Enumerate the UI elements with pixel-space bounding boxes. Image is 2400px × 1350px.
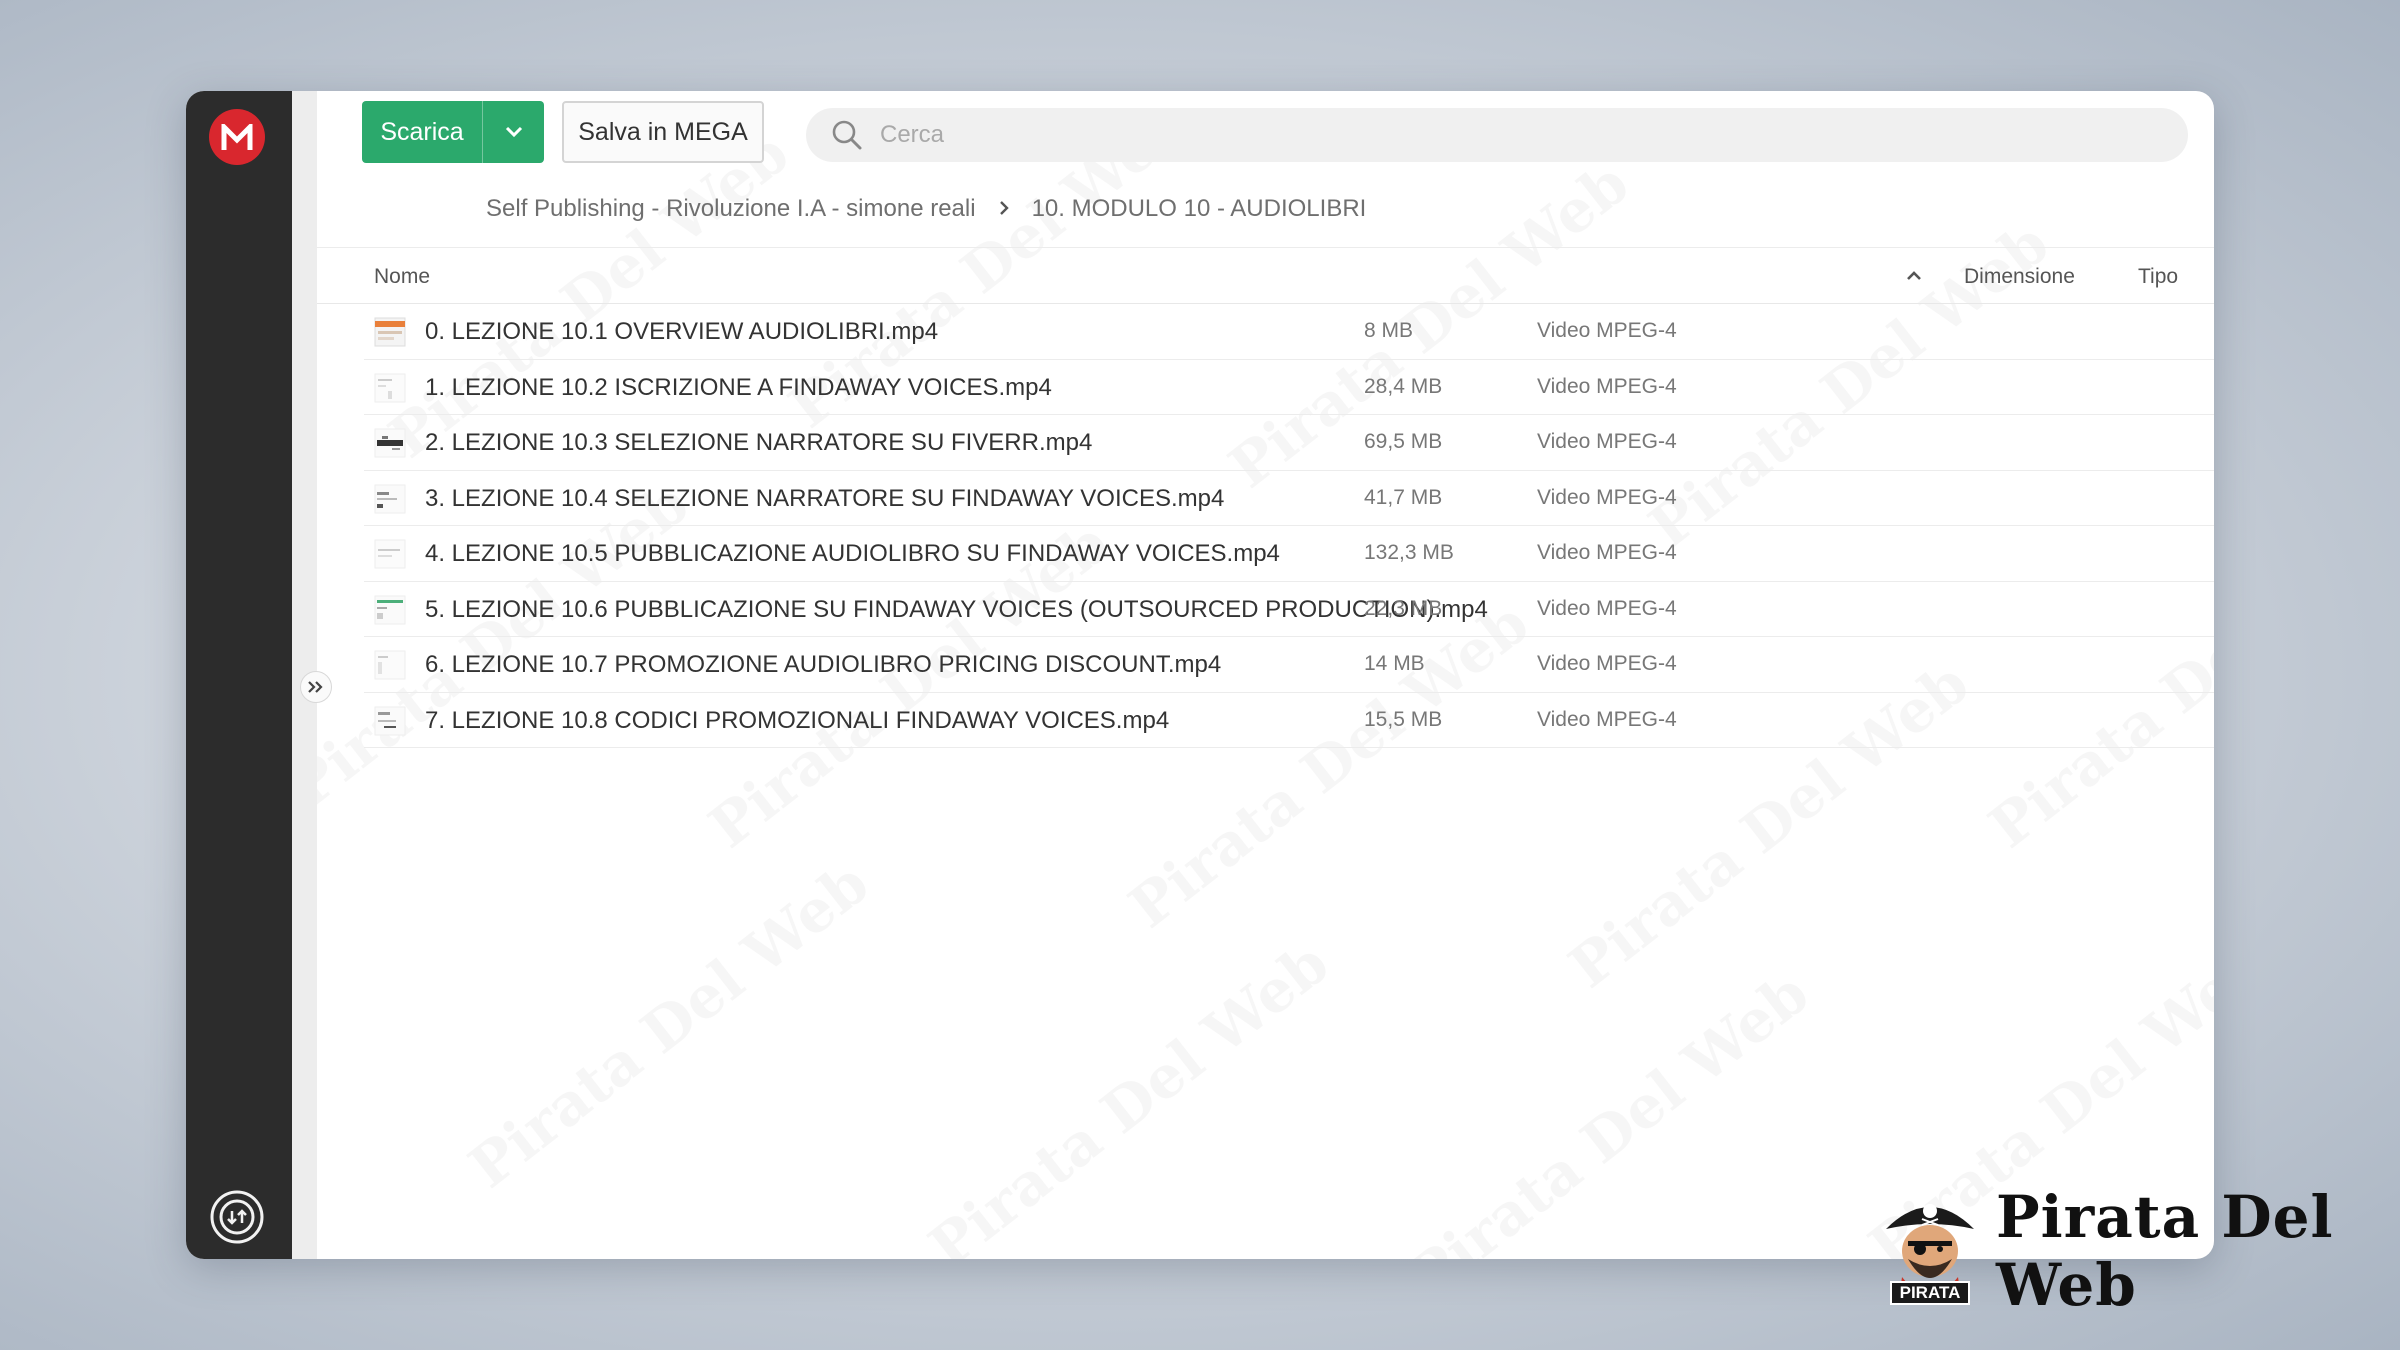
mega-window: Pirata Del WebPirata Del WebPirata Del W… [186,91,2214,1259]
file-name: 0. LEZIONE 10.1 OVERVIEW AUDIOLIBRI.mp4 [425,318,939,345]
file-row[interactable]: 7. LEZIONE 10.8 CODICI PROMOZIONALI FIND… [364,693,2214,748]
file-row[interactable]: 2. LEZIONE 10.3 SELEZIONE NARRATORE SU F… [364,415,2214,471]
video-thumbnail-icon [374,539,406,569]
file-row[interactable]: 4. LEZIONE 10.5 PUBBLICAZIONE AUDIOLIBRO… [364,526,2214,582]
breadcrumb: Self Publishing - Rivoluzione I.A - simo… [486,189,1366,229]
file-type: Video MPEG-4 [1537,652,1677,675]
sidebar [186,91,292,1259]
video-thumbnail-icon [374,484,406,514]
column-name-header[interactable]: Nome [374,265,430,289]
download-button[interactable]: Scarica [362,101,544,163]
file-name: 2. LEZIONE 10.3 SELEZIONE NARRATORE SU F… [425,429,1093,456]
file-row[interactable]: 3. LEZIONE 10.4 SELEZIONE NARRATORE SU F… [364,471,2214,526]
file-name: 3. LEZIONE 10.4 SELEZIONE NARRATORE SU F… [425,484,1225,512]
file-row[interactable]: 6. LEZIONE 10.7 PROMOZIONE AUDIOLIBRO PR… [364,637,2214,693]
transfer-sync-icon[interactable] [209,1189,265,1245]
brand-badge: PIRATA [1890,1281,1970,1305]
file-type: Video MPEG-4 [1537,319,1677,342]
video-thumbnail-icon [374,595,406,625]
save-to-mega-button[interactable]: Salva in MEGA [562,101,764,163]
watermark-text: Pirata Del Web [917,929,1342,1259]
video-thumbnail-icon [374,373,406,403]
video-thumbnail-icon [374,650,406,680]
breadcrumb-parent[interactable]: Self Publishing - Rivoluzione I.A - simo… [486,195,976,223]
file-size: 14 MB [1364,652,1425,675]
file-type: Video MPEG-4 [1537,485,1677,509]
search-icon [806,119,880,151]
file-type: Video MPEG-4 [1537,374,1677,398]
brand-name: Pirata Del Web [1996,1183,2334,1319]
chevron-up-icon[interactable] [1906,264,1922,288]
search-input[interactable] [880,121,2080,149]
file-size: 41,7 MB [1364,485,1443,509]
file-size: 69,5 MB [1364,430,1443,453]
file-name: 4. LEZIONE 10.5 PUBBLICAZIONE AUDIOLIBRO… [425,540,1280,567]
video-thumbnail-icon [374,706,406,736]
file-name: 6. LEZIONE 10.7 PROMOZIONE AUDIOLIBRO PR… [425,651,1222,678]
download-button-label: Scarica [362,101,483,163]
file-type: Video MPEG-4 [1537,596,1677,620]
video-thumbnail-icon [374,317,406,347]
file-row[interactable]: 0. LEZIONE 10.1 OVERVIEW AUDIOLIBRI.mp4 … [364,304,2214,360]
file-size: 15,5 MB [1364,707,1443,731]
file-size: 22,3 MB [1364,596,1443,620]
file-size: 28,4 MB [1364,374,1443,398]
table-header: Nome Dimensione Tipo [317,248,2214,304]
search-bar[interactable] [806,108,2188,162]
file-type: Video MPEG-4 [1537,707,1677,731]
file-row[interactable]: 5. LEZIONE 10.6 PUBBLICAZIONE SU FINDAWA… [364,582,2214,637]
file-list: 0. LEZIONE 10.1 OVERVIEW AUDIOLIBRI.mp4 … [364,304,2214,748]
video-thumbnail-icon [374,428,406,458]
watermark-text: Pirata Del Web [1397,959,1822,1259]
breadcrumb-current: 10. MODULO 10 - AUDIOLIBRI [1031,195,1367,222]
chevron-down-icon[interactable] [483,101,544,163]
file-type: Video MPEG-4 [1537,430,1677,453]
brand-logo: PIRATA Pirata Del Web [1878,1183,2400,1319]
pirate-mascot-icon: PIRATA [1878,1189,1982,1313]
column-type-header[interactable]: Tipo [2138,265,2178,289]
file-row[interactable]: 1. LEZIONE 10.2 ISCRIZIONE A FINDAWAY VO… [364,360,2214,415]
double-chevron-right-icon[interactable] [300,671,332,703]
file-size: 8 MB [1364,319,1414,342]
file-name: 1. LEZIONE 10.2 ISCRIZIONE A FINDAWAY VO… [425,373,1052,401]
watermark-text: Pirata Del Web [457,849,882,1202]
file-name: 7. LEZIONE 10.8 CODICI PROMOZIONALI FIND… [425,706,1170,734]
file-size: 132,3 MB [1364,541,1454,564]
column-size-header[interactable]: Dimensione [1964,265,2075,289]
file-name: 5. LEZIONE 10.6 PUBBLICAZIONE SU FINDAWA… [425,595,1488,623]
chevron-right-icon [998,196,1010,222]
mega-logo-icon[interactable] [209,109,265,165]
file-type: Video MPEG-4 [1537,541,1677,564]
